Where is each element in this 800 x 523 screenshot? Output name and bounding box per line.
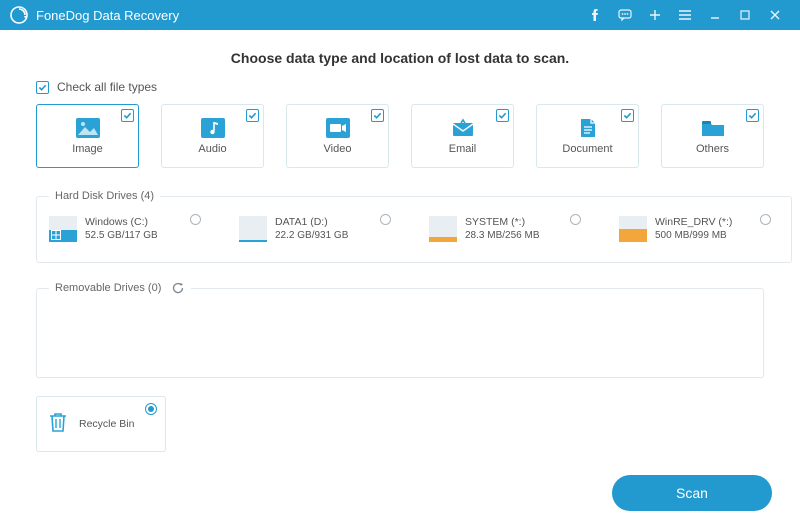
type-checkbox[interactable] [371,109,384,122]
type-card-video[interactable]: Video [286,104,389,168]
drive-radio[interactable] [380,214,391,225]
check-all-row[interactable]: Check all file types [36,80,764,94]
type-label: Video [324,143,352,155]
check-all-checkbox[interactable] [36,81,49,94]
file-type-row: Image Audio Video Email Document Others [36,104,764,168]
drive-icon [49,216,77,250]
image-icon [75,117,101,139]
drive-item[interactable]: WinRE_DRV (*:) 500 MB/999 MB [619,216,779,250]
check-all-label: Check all file types [57,80,157,94]
removable-group: Removable Drives (0) [36,281,764,378]
drive-icon [429,216,457,250]
maximize-icon[interactable] [730,0,760,30]
app-title: FoneDog Data Recovery [36,8,179,23]
removable-body [49,309,751,365]
drive-item[interactable]: SYSTEM (*:) 28.3 MB/256 MB [429,216,589,250]
type-label: Others [696,143,729,155]
type-checkbox[interactable] [246,109,259,122]
drive-radio[interactable] [760,214,771,225]
type-card-audio[interactable]: Audio [161,104,264,168]
drive-icon [619,216,647,250]
type-card-others[interactable]: Others [661,104,764,168]
folder-icon [700,117,726,139]
drive-icon [239,216,267,250]
menu-icon[interactable] [670,0,700,30]
type-card-image[interactable]: Image [36,104,139,168]
drive-item[interactable]: Windows (C:) 52.5 GB/117 GB [49,216,209,250]
email-icon [450,117,476,139]
type-label: Email [449,143,477,155]
recycle-label: Recycle Bin [79,418,134,430]
type-card-email[interactable]: Email [411,104,514,168]
drive-item[interactable]: DATA1 (D:) 22.2 GB/931 GB [239,216,399,250]
scan-button[interactable]: Scan [612,475,772,511]
drive-name: WinRE_DRV (*:) [655,216,732,228]
close-icon[interactable] [760,0,790,30]
type-label: Image [72,143,103,155]
type-checkbox[interactable] [746,109,759,122]
logo-icon [10,6,28,24]
document-icon [575,117,601,139]
type-label: Audio [198,143,226,155]
minimize-icon[interactable] [700,0,730,30]
type-checkbox[interactable] [496,109,509,122]
recycle-bin-card[interactable]: Recycle Bin [36,396,166,452]
removable-legend-text: Removable Drives (0) [55,282,161,294]
type-checkbox[interactable] [621,109,634,122]
refresh-icon[interactable] [171,281,185,295]
drive-size: 22.2 GB/931 GB [275,230,348,241]
hdd-legend: Hard Disk Drives (4) [49,190,160,202]
drive-name: SYSTEM (*:) [465,216,539,228]
drive-radio[interactable] [570,214,581,225]
titlebar: FoneDog Data Recovery [0,0,800,30]
drive-name: DATA1 (D:) [275,216,348,228]
feedback-icon[interactable] [610,0,640,30]
type-card-document[interactable]: Document [536,104,639,168]
recycle-radio-selected[interactable] [145,403,157,415]
app-logo: FoneDog Data Recovery [10,6,179,24]
page-headline: Choose data type and location of lost da… [36,50,764,66]
drive-size: 28.3 MB/256 MB [465,230,539,241]
audio-icon [200,117,226,139]
removable-legend: Removable Drives (0) [49,281,191,295]
trash-icon [47,410,69,439]
hdd-group: Hard Disk Drives (4) Windows (C:) 52.5 GB… [36,190,792,263]
drive-size: 500 MB/999 MB [655,230,732,241]
drive-name: Windows (C:) [85,216,158,228]
add-icon[interactable] [640,0,670,30]
drive-size: 52.5 GB/117 GB [85,230,158,241]
facebook-icon[interactable] [580,0,610,30]
drive-radio[interactable] [190,214,201,225]
type-checkbox[interactable] [121,109,134,122]
type-label: Document [562,143,612,155]
video-icon [325,117,351,139]
